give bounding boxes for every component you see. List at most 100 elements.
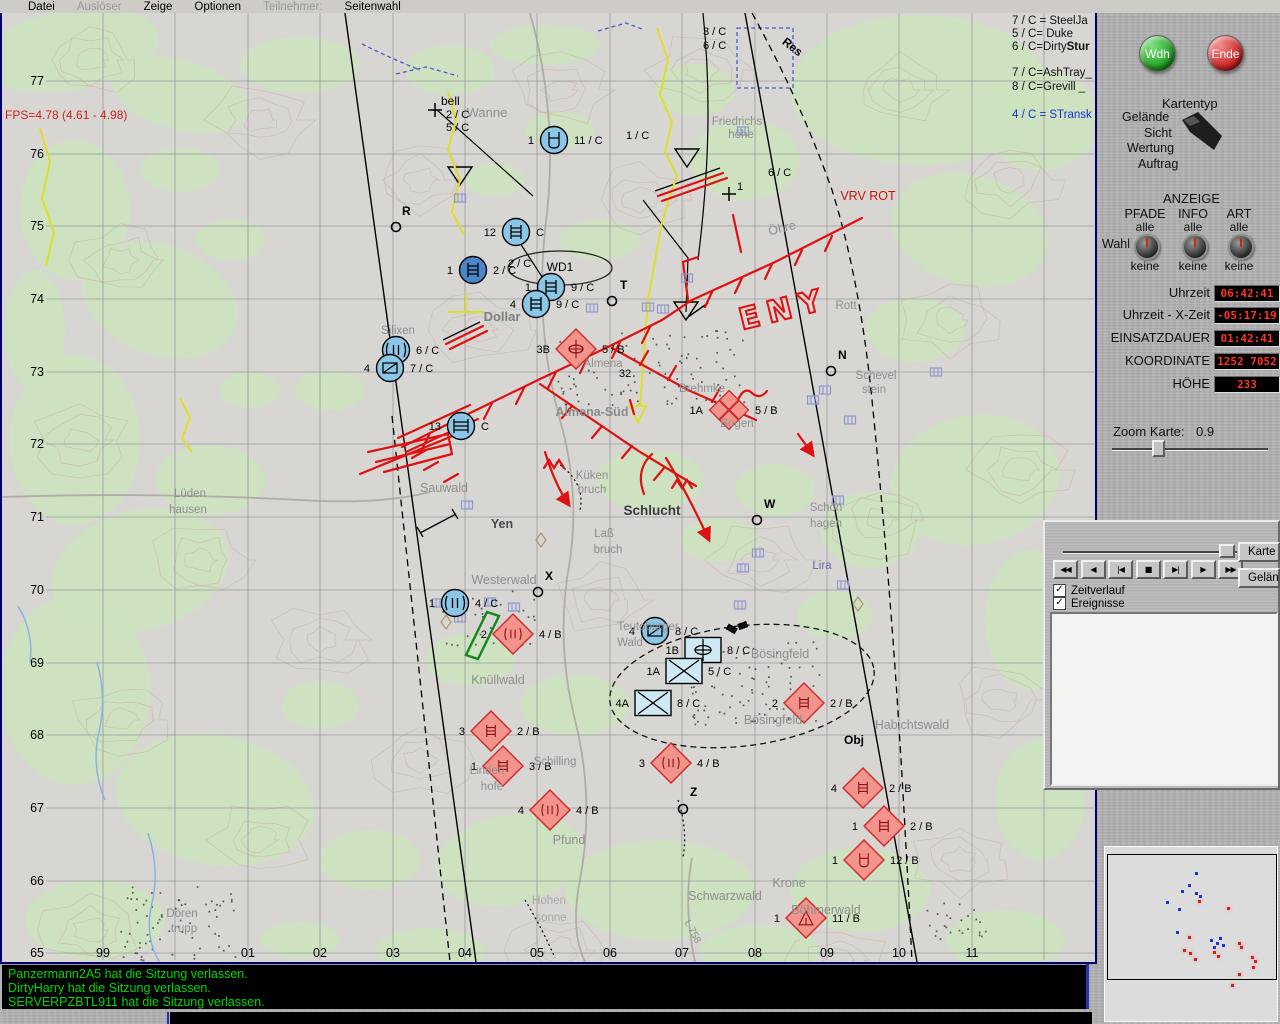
- place-name: Lira: [812, 560, 832, 572]
- zoom-slider-handle[interactable]: [1152, 440, 1165, 457]
- place-name: Obj: [844, 733, 864, 747]
- grid-col-label: 07: [675, 946, 689, 960]
- minimap-enemy-dot: [1198, 900, 1201, 903]
- checkbox-ereignisse[interactable]: ✓: [1053, 597, 1066, 610]
- kartentyp-option-auftrag[interactable]: Auftrag: [1138, 157, 1178, 171]
- minimap-enemy-dot: [1254, 960, 1257, 963]
- grid-row-label: 73: [30, 365, 44, 379]
- playback-button-3[interactable]: ■: [1135, 560, 1161, 579]
- grid-row-label: 69: [30, 656, 44, 670]
- overview-minimap[interactable]: [1104, 846, 1278, 1022]
- menu-item-seitenwahl[interactable]: Seitenwahl: [345, 1, 401, 13]
- place-name: hagen: [810, 518, 842, 530]
- ende-button[interactable]: Ende: [1207, 35, 1244, 72]
- anzeige-wahl-label: Wahl: [1102, 237, 1131, 251]
- chat-message: SERVERPZBTL911 hat die Sitzung verlassen…: [8, 995, 265, 1009]
- place-name: Rott: [835, 300, 857, 312]
- minimap-enemy-dot: [1217, 955, 1220, 958]
- place-name: Habichtswald: [875, 718, 949, 732]
- unit-callsign-label: C: [536, 227, 544, 239]
- place-name: Sauwald: [420, 481, 468, 495]
- zoom-karte-label: Zoom Karte:: [1113, 424, 1185, 439]
- roster-line: 4 / C = STransk: [1012, 109, 1092, 121]
- place-name: Yen: [491, 517, 513, 531]
- playback-button-4[interactable]: ▶|: [1163, 560, 1188, 579]
- grid-row-label: 75: [30, 219, 44, 233]
- chat-input[interactable]: [170, 1012, 1092, 1024]
- grid-row-label: 66: [30, 874, 44, 888]
- anzeige-keine-label: keine: [1224, 259, 1254, 273]
- menu-item-optionen[interactable]: Optionen: [194, 1, 241, 13]
- roster-line: 8 / C=Grevill _: [1012, 81, 1086, 93]
- wdh-button[interactable]: Wdh: [1139, 35, 1176, 72]
- minimap-friendly-dot: [1195, 872, 1198, 875]
- field-label: HÖHE: [1172, 376, 1210, 391]
- zoom-karte-value: 0.9: [1196, 424, 1215, 439]
- timeline-handle[interactable]: [1219, 544, 1235, 558]
- minimap-enemy-dot: [1251, 956, 1254, 959]
- place-name: Bösingfeld: [744, 713, 802, 727]
- place-name: Silixen: [381, 325, 415, 337]
- place-name: Küken: [576, 470, 609, 482]
- field-label: Uhrzeit: [1168, 285, 1210, 300]
- playback-button-0[interactable]: ◀◀: [1053, 560, 1078, 579]
- minimap-extent-box: [1107, 854, 1277, 980]
- waypoint-letter: N: [838, 348, 847, 362]
- grid-col-label: 10: [892, 946, 906, 960]
- kartentyp-option-gelnde[interactable]: Gelände: [1122, 110, 1169, 124]
- place-name: Pfund: [553, 833, 586, 847]
- minimap-enemy-dot: [1238, 973, 1241, 976]
- minimap-friendly-dot: [1195, 892, 1198, 895]
- playback-button-2[interactable]: |◀: [1108, 560, 1133, 579]
- place-name: Wald: [617, 637, 643, 649]
- kartentyp-knob[interactable]: [1180, 110, 1226, 152]
- unit-id-label: 1B: [666, 645, 679, 657]
- unit-id-label: 1: [447, 265, 453, 277]
- place-name: VRV ROT: [840, 189, 896, 203]
- playback-button-1[interactable]: ◀: [1080, 560, 1106, 579]
- kartentyp-option-wertung[interactable]: Wertung: [1127, 141, 1174, 155]
- minimap-enemy-dot: [1227, 907, 1230, 910]
- place-name: stein: [862, 384, 886, 396]
- gelaende-button[interactable]: Gelände: [1238, 568, 1280, 588]
- minimap-friendly-dot: [1222, 944, 1225, 947]
- grid-row-label: 68: [30, 728, 44, 742]
- kartentyp-option-sicht[interactable]: Sicht: [1144, 126, 1172, 140]
- chat-message: DirtyHarry hat die Sitzung verlassen.: [8, 981, 211, 995]
- anzeige-knob-info[interactable]: [1182, 234, 1208, 260]
- chat-message: Panzermann2A5 hat die Sitzung verlassen.: [8, 967, 248, 981]
- minimap-enemy-dot: [1213, 951, 1216, 954]
- place-name: Schevel: [856, 370, 897, 382]
- place-name: Schön: [810, 502, 843, 514]
- place-name: Linden: [470, 765, 505, 777]
- anzeige-knob-art[interactable]: [1228, 234, 1254, 260]
- grid-row-label: 67: [30, 801, 44, 815]
- unit-id-label: 4A: [616, 698, 630, 710]
- minimap-enemy-dot: [1183, 949, 1186, 952]
- karte-button[interactable]: Karte: [1238, 542, 1280, 562]
- timeline-track[interactable]: [1063, 551, 1237, 554]
- field-label: KOORDINATE: [1125, 353, 1210, 368]
- unit-callsign-label: 6 / C: [416, 345, 439, 357]
- anzeige-knob-pfade[interactable]: [1134, 234, 1160, 260]
- menu-item-datei[interactable]: Datei: [28, 1, 55, 13]
- minimap-enemy-dot: [1189, 952, 1192, 955]
- unit-callsign-label: 4 / B: [576, 805, 599, 817]
- unit-text-label: 1: [737, 181, 743, 193]
- led-koordinate: 1252 7052: [1214, 353, 1280, 370]
- playback-button-5[interactable]: ▶: [1190, 560, 1216, 579]
- grid-col-label: 08: [748, 946, 762, 960]
- message-scrollbar[interactable]: [1086, 964, 1089, 1009]
- map-canvas[interactable]: 77 76 75 74 73 72 71 70 69 68 67 66 65 99 01 02 03 04 05 06…: [2, 13, 1095, 962]
- roster-line: 5 / C= Duke: [1012, 28, 1073, 40]
- grid-col-label: 11: [966, 946, 979, 960]
- checkbox-zeitverlauf[interactable]: ✓: [1053, 584, 1066, 597]
- unit-id-label: 4: [364, 363, 370, 375]
- place-name: trupp: [171, 923, 197, 935]
- minimap-friendly-dot: [1181, 890, 1184, 893]
- menu-item-zeige[interactable]: Zeige: [144, 1, 173, 13]
- unit-callsign-label: 9 / C: [556, 299, 579, 311]
- waypoint-letter: R: [402, 204, 411, 218]
- events-listbox[interactable]: [1050, 612, 1278, 786]
- zoom-slider-track[interactable]: [1112, 448, 1268, 451]
